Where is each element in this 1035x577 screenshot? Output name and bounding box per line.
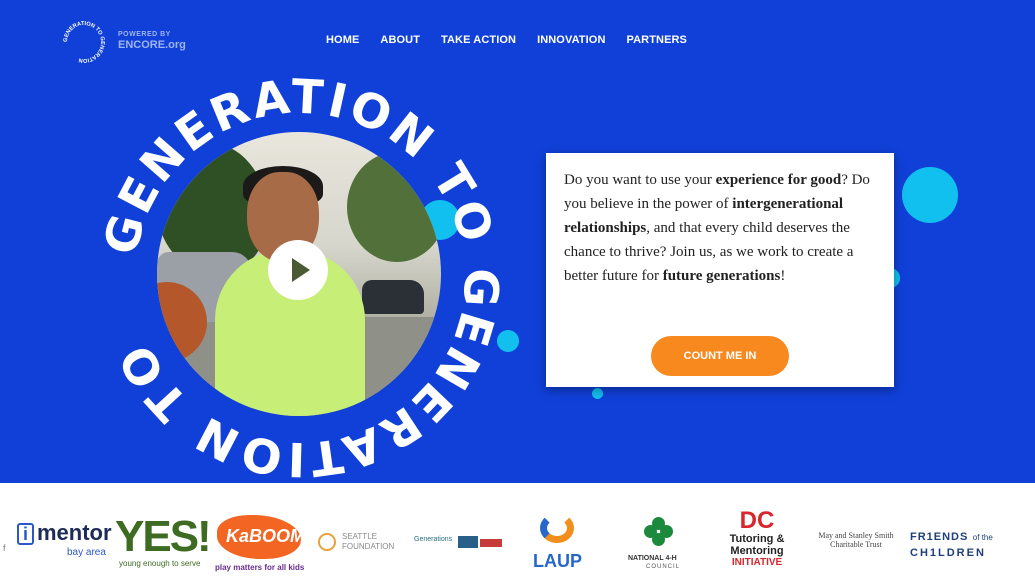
partner-dc-tutoring[interactable]: DC Tutoring & Mentoring INITIATIVE bbox=[722, 509, 792, 577]
dc-line2: Tutoring & bbox=[729, 533, 785, 545]
partner-kaboom[interactable]: KaBOOM! play matters for all kids bbox=[215, 515, 311, 573]
intro-card: Do you want to use your experience for g… bbox=[546, 153, 894, 387]
ring-text-label: GENERATION TO GENERATION TO bbox=[100, 78, 500, 478]
partner-friends-children[interactable]: FR1ENDS of the CH1LDREN bbox=[910, 527, 1010, 561]
generations-label: Generations bbox=[414, 536, 453, 543]
seattle-line2: FOUNDATION bbox=[342, 542, 395, 551]
decor-dot bbox=[902, 167, 958, 223]
nav-about[interactable]: ABOUT bbox=[380, 34, 420, 46]
nav-innovation[interactable]: INNOVATION bbox=[537, 34, 605, 46]
seattle-line1: SEATTLE bbox=[342, 532, 377, 541]
partner-logos: f i mentor bay area YES! young enough to… bbox=[0, 483, 1035, 577]
yes-main: YES! bbox=[115, 512, 212, 561]
intro-text: Do you want to use your experience for g… bbox=[564, 172, 870, 284]
hero-section: GENERATION TO GENERATION POWERED BY ENCO… bbox=[0, 0, 1035, 483]
imentor-sub: bay area bbox=[67, 547, 106, 558]
svg-text:GENERATION TO GENERATION: GENERATION TO GENERATION bbox=[63, 21, 105, 63]
main-nav: HOME ABOUT TAKE ACTION INNOVATION PARTNE… bbox=[326, 34, 708, 46]
logo-text: GENERATION TO GENERATION bbox=[63, 21, 105, 63]
powered-by[interactable]: POWERED BY ENCORE.org bbox=[118, 31, 186, 51]
count-me-in-button[interactable]: COUNT ME IN bbox=[651, 336, 789, 376]
decor-dot bbox=[592, 388, 603, 399]
partner-seattle-foundation[interactable]: SEATTLE FOUNDATION bbox=[318, 531, 408, 557]
friends-line2: CH1LDREN bbox=[910, 547, 986, 559]
partner-national-4h[interactable]: NATIONAL 4-H COUNCIL bbox=[626, 515, 692, 577]
seattle-icon bbox=[318, 533, 336, 551]
partner-edge: f bbox=[3, 543, 6, 553]
dc-line3: Mentoring bbox=[730, 545, 784, 557]
nav-home[interactable]: HOME bbox=[326, 34, 359, 46]
kaboom-main: KaBOOM! bbox=[226, 526, 311, 546]
partner-yes[interactable]: YES! young enough to serve bbox=[115, 512, 215, 570]
partner-smith-trust[interactable]: May and Stanley Smith Charitable Trust bbox=[810, 531, 902, 559]
imentor-main: mentor bbox=[37, 520, 112, 545]
partner-imentor[interactable]: i mentor bay area bbox=[17, 520, 112, 563]
nav-take-action[interactable]: TAKE ACTION bbox=[441, 34, 516, 46]
nav-partners[interactable]: PARTNERS bbox=[627, 34, 688, 46]
fourh-line2: COUNCIL bbox=[646, 564, 681, 570]
partner-generations[interactable]: Generations bbox=[414, 533, 504, 553]
fourh-line1: NATIONAL 4-H bbox=[628, 555, 677, 562]
yes-sub: young enough to serve bbox=[119, 559, 201, 568]
smith-line2: Charitable Trust bbox=[830, 540, 882, 549]
smith-line1: May and Stanley Smith bbox=[818, 531, 894, 540]
powered-by-label: POWERED BY bbox=[118, 31, 171, 38]
imentor-i: i bbox=[17, 523, 35, 545]
partner-laup[interactable]: LAUP bbox=[532, 511, 582, 577]
ring-text: GENERATION TO GENERATION TO bbox=[100, 78, 500, 478]
svg-text:GENERATION TO GENERATION TO: GENERATION TO GENERATION TO bbox=[100, 78, 500, 478]
friends-of: of the bbox=[972, 533, 993, 542]
dc-main: DC bbox=[739, 507, 775, 534]
decor-dot bbox=[497, 330, 519, 352]
dc-line4: INITIATIVE bbox=[731, 557, 783, 568]
kaboom-sub: play matters for all kids bbox=[215, 563, 305, 572]
encore-brand: ENCORE.org bbox=[118, 39, 186, 51]
laup-label: LAUP bbox=[533, 551, 582, 571]
clover-icon bbox=[644, 517, 674, 547]
friends-line1: FR1ENDS bbox=[910, 531, 969, 543]
site-logo[interactable]: GENERATION TO GENERATION bbox=[58, 16, 110, 68]
